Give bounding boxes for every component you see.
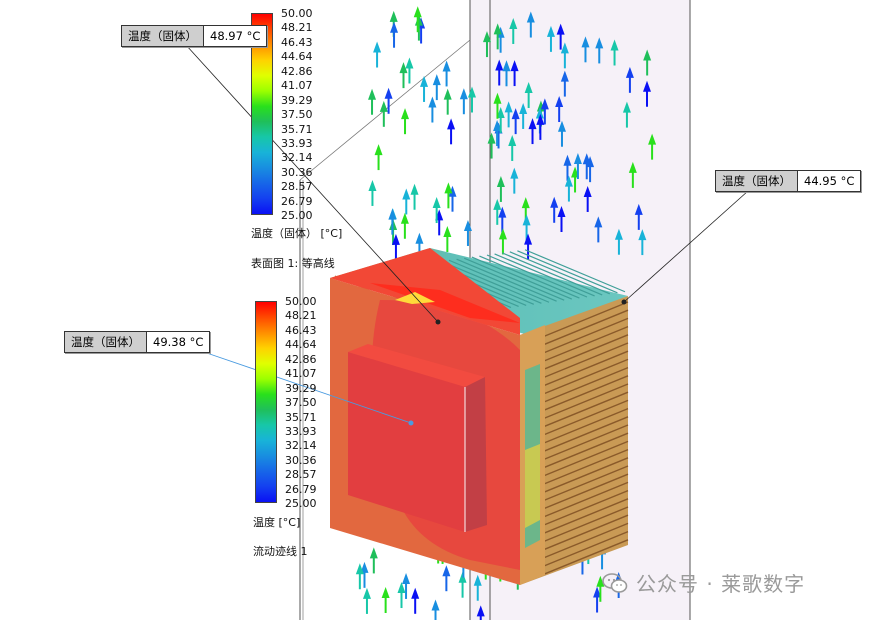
tick-label: 32.14 xyxy=(285,439,317,453)
legend-unit: 温度 [°C] xyxy=(253,516,301,529)
flow-arrow xyxy=(410,183,419,210)
flow-arrow xyxy=(443,225,452,252)
flow-arrow xyxy=(390,21,399,48)
tick-label: 30.36 xyxy=(285,453,317,467)
probe-label-2[interactable]: 温度（固体） 49.38 °C xyxy=(64,331,211,353)
flow-arrow xyxy=(442,565,451,592)
viewport-3d[interactable] xyxy=(0,0,872,620)
tick-label: 44.64 xyxy=(285,338,317,352)
tick-label: 41.07 xyxy=(281,79,313,93)
tick-label: 33.93 xyxy=(285,424,317,438)
flow-arrow xyxy=(400,212,409,239)
colorbar xyxy=(255,301,277,503)
flow-arrow xyxy=(431,599,440,620)
tick-label: 48.21 xyxy=(285,309,317,323)
flow-arrow xyxy=(411,587,420,614)
probe-label-text: 温度（固体） xyxy=(122,26,204,46)
tick-label: 25.00 xyxy=(285,497,317,511)
probe-value: 48.97 °C xyxy=(210,29,261,43)
flow-arrow xyxy=(360,561,369,588)
tick-label: 25.00 xyxy=(281,209,313,223)
flow-arrow xyxy=(442,60,451,87)
tick-label: 50.00 xyxy=(281,7,313,20)
flow-arrow xyxy=(399,62,408,89)
tick-label: 26.79 xyxy=(285,482,317,496)
legend-ticks: 50.00 48.21 46.43 44.64 42.86 41.07 39.2… xyxy=(285,295,317,512)
tick-label: 35.71 xyxy=(281,122,313,136)
tick-label: 37.50 xyxy=(281,108,313,122)
tick-label: 39.29 xyxy=(285,381,317,395)
tick-label: 41.07 xyxy=(285,367,317,381)
probe-label-1[interactable]: 温度（固体） 48.97 °C xyxy=(121,25,268,47)
flow-arrow xyxy=(443,88,452,115)
legend-ticks: 50.00 48.21 46.43 44.64 42.86 41.07 39.2… xyxy=(281,7,313,224)
watermark: 公众号 · 莱歌数字 xyxy=(602,568,805,597)
tick-label: 30.36 xyxy=(281,165,313,179)
tick-label: 44.64 xyxy=(281,50,313,64)
wechat-icon xyxy=(602,572,628,593)
flow-arrow xyxy=(369,547,378,574)
flow-arrow xyxy=(373,41,382,68)
flow-arrow xyxy=(379,100,388,127)
heatsink-fins-side xyxy=(520,296,629,585)
tick-label: 26.79 xyxy=(281,194,313,208)
tick-label: 50.00 xyxy=(285,295,317,308)
flow-arrow xyxy=(405,57,414,84)
probe-value: 49.38 °C xyxy=(153,335,204,349)
tick-label: 42.86 xyxy=(285,352,317,366)
watermark-text: 公众号 · 莱歌数字 xyxy=(636,572,806,596)
probe-label-text: 温度（固体） xyxy=(65,332,147,352)
tick-label: 42.86 xyxy=(281,64,313,78)
flow-arrow xyxy=(368,88,377,115)
flow-arrow xyxy=(362,587,371,614)
tick-label: 48.21 xyxy=(281,21,313,35)
flow-arrow xyxy=(428,96,437,123)
tick-label: 46.43 xyxy=(281,35,313,49)
flow-arrow xyxy=(432,74,441,101)
flow-arrow xyxy=(397,582,406,609)
legend-caption: 表面图 1: 等高线 xyxy=(251,257,335,270)
tick-label: 37.50 xyxy=(285,396,317,410)
tick-label: 28.57 xyxy=(281,180,313,194)
legend-unit: 温度（固体） [°C] xyxy=(251,227,343,240)
flow-arrow xyxy=(374,144,383,171)
flow-arrow xyxy=(459,88,468,115)
flow-arrow xyxy=(402,188,411,215)
tick-label: 33.93 xyxy=(281,136,313,150)
tick-label: 35.71 xyxy=(285,410,317,424)
flow-arrow xyxy=(402,572,411,599)
probe-label-text: 温度（固体） xyxy=(716,171,798,191)
tick-label: 39.29 xyxy=(281,93,313,107)
flow-arrow xyxy=(381,586,390,613)
flow-arrow xyxy=(368,179,377,206)
flow-arrow xyxy=(447,118,456,145)
legend-caption: 流动迹线 1 xyxy=(253,545,308,558)
tick-label: 28.57 xyxy=(285,468,317,482)
tick-label: 32.14 xyxy=(281,151,313,165)
tick-label: 46.43 xyxy=(285,323,317,337)
probe-value: 44.95 °C xyxy=(804,174,855,188)
flow-arrow xyxy=(401,108,410,135)
probe-label-3[interactable]: 温度（固体） 44.95 °C xyxy=(715,170,862,192)
flow-arrow xyxy=(388,208,397,235)
